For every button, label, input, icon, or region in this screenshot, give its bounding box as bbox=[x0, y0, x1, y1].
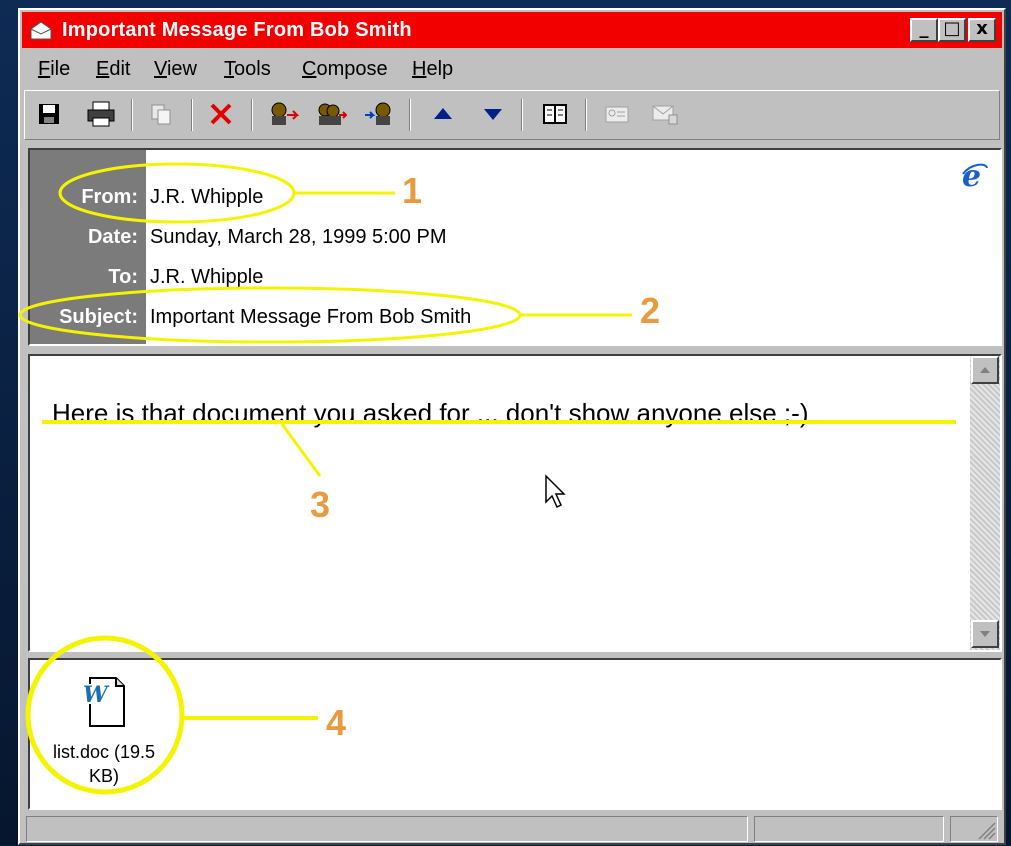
arrow-down-icon bbox=[980, 631, 990, 637]
to-label: To: bbox=[108, 266, 138, 288]
reply-icon[interactable] bbox=[265, 97, 301, 131]
save-icon[interactable] bbox=[31, 97, 67, 131]
attachment-label[interactable]: list.doc (19.5 KB) bbox=[34, 740, 174, 788]
status-bar bbox=[24, 814, 1000, 844]
word-document-icon[interactable]: W bbox=[80, 674, 128, 730]
print-icon[interactable] bbox=[83, 97, 119, 131]
reply-all-icon[interactable] bbox=[313, 97, 349, 131]
arrow-up-icon bbox=[980, 367, 990, 373]
message-header: From: Date: To: Subject: J.R. Whipple Su… bbox=[28, 148, 1002, 346]
maximize-button[interactable]: □ bbox=[938, 18, 966, 42]
date-value: Sunday, March 28, 1999 5:00 PM bbox=[150, 226, 447, 248]
scroll-down-button[interactable] bbox=[971, 620, 999, 648]
close-button[interactable]: x bbox=[968, 18, 996, 42]
toolbar-separator bbox=[251, 99, 253, 131]
annotation-number-2: 2 bbox=[640, 290, 661, 331]
to-value[interactable]: J.R. Whipple bbox=[150, 266, 263, 289]
scroll-up-button[interactable] bbox=[971, 356, 999, 384]
next-icon[interactable] bbox=[475, 97, 511, 131]
title-bar[interactable]: Important Message From Bob Smith _ □ x bbox=[22, 12, 1002, 48]
menu-bar: File Edit View Tools Compose Help bbox=[22, 52, 1002, 86]
encrypt-icon[interactable] bbox=[599, 97, 635, 131]
annotation-number-1: 1 bbox=[402, 170, 423, 211]
copy-icon[interactable] bbox=[143, 97, 179, 131]
vertical-scrollbar[interactable] bbox=[970, 356, 1000, 650]
menu-compose[interactable]: Compose bbox=[302, 58, 388, 81]
header-label-column: From: Date: To: Subject: bbox=[30, 150, 146, 344]
sign-icon[interactable] bbox=[647, 97, 683, 131]
menu-tools[interactable]: Tools bbox=[224, 58, 271, 81]
menu-edit[interactable]: Edit bbox=[96, 58, 130, 81]
toolbar-separator bbox=[191, 99, 193, 131]
message-window: Important Message From Bob Smith _ □ x F… bbox=[18, 8, 1006, 845]
resize-grip-icon bbox=[978, 822, 996, 840]
previous-icon[interactable] bbox=[425, 97, 461, 131]
toolbar-separator bbox=[131, 99, 133, 131]
date-label: Date: bbox=[87, 226, 138, 248]
internet-explorer-icon: e bbox=[962, 160, 988, 192]
mouse-cursor-icon bbox=[545, 474, 566, 509]
menu-help[interactable]: Help bbox=[412, 58, 453, 81]
menu-file[interactable]: File bbox=[38, 58, 70, 81]
minimize-button[interactable]: _ bbox=[910, 18, 938, 42]
from-value[interactable]: J.R. Whipple bbox=[150, 186, 263, 209]
message-body[interactable]: Here is that document you asked for ... … bbox=[28, 354, 1002, 652]
resize-grip[interactable] bbox=[950, 816, 998, 842]
toolbar-separator bbox=[585, 99, 587, 131]
message-text: Here is that document you asked for ... … bbox=[52, 398, 809, 428]
from-label: From: bbox=[81, 186, 138, 208]
toolbar-separator bbox=[409, 99, 411, 131]
forward-icon[interactable] bbox=[361, 97, 397, 131]
menu-view[interactable]: View bbox=[154, 58, 197, 81]
svg-text:W: W bbox=[83, 682, 110, 708]
subject-value: Important Message From Bob Smith bbox=[150, 306, 472, 328]
delete-icon[interactable] bbox=[203, 97, 239, 131]
envelope-icon bbox=[30, 21, 52, 40]
subject-label: Subject: bbox=[59, 306, 138, 328]
annotation-number-4: 4 bbox=[326, 702, 347, 743]
toolbar-separator bbox=[521, 99, 523, 131]
window-title: Important Message From Bob Smith bbox=[62, 19, 412, 41]
address-book-icon[interactable] bbox=[537, 97, 573, 131]
toolbar bbox=[24, 90, 1000, 140]
annotation-number-3: 3 bbox=[310, 484, 331, 525]
status-cell bbox=[754, 816, 944, 842]
attachment-pane: W list.doc (19.5 KB) bbox=[28, 658, 1002, 810]
status-main-cell bbox=[26, 816, 748, 842]
